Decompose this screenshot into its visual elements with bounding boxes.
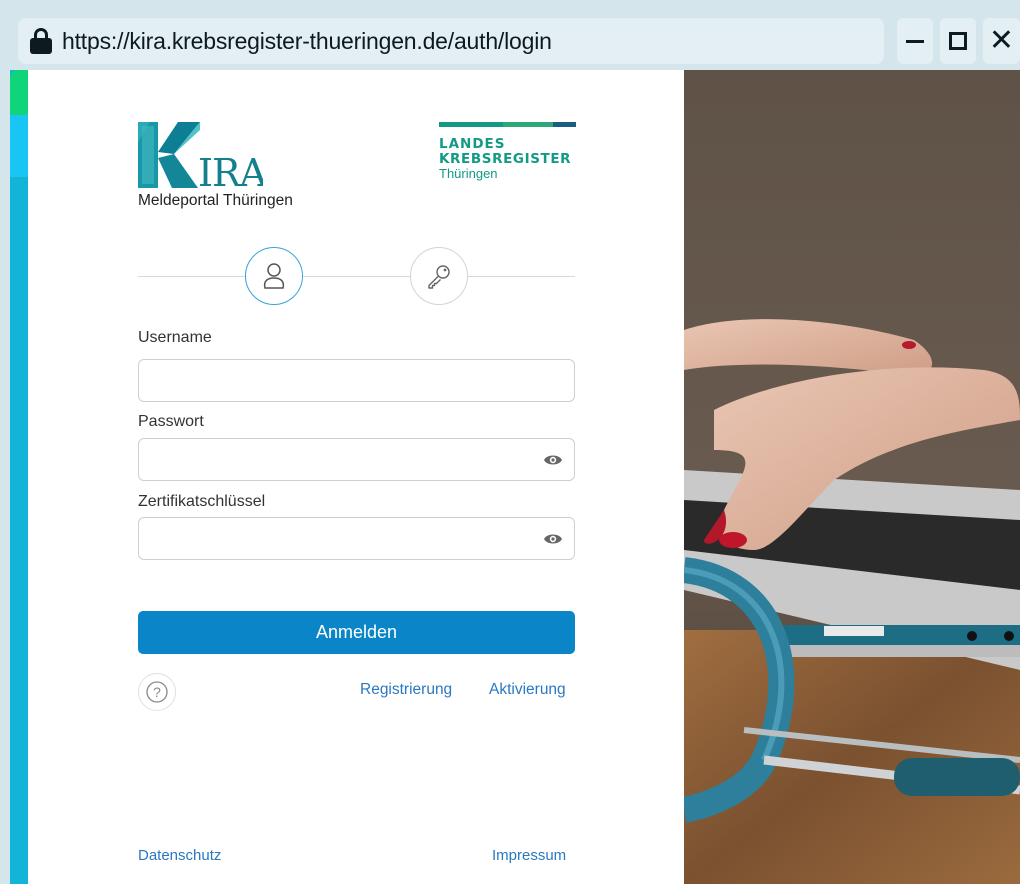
password-field[interactable] [138,438,575,481]
logo-line-krebsregister: KREBSREGISTER [439,151,572,167]
privacy-link[interactable]: Datenschutz [138,847,221,864]
step-divider [138,276,575,277]
minimize-icon [906,39,924,43]
maximize-button[interactable] [940,18,976,64]
hero-photo [684,70,1020,884]
portal-name: Meldeportal Thüringen [138,192,293,209]
hero-photo-illustration [684,70,1020,884]
browser-window: https://kira.krebsregister-thueringen.de… [0,0,1020,884]
landes-krebsregister-logo: LANDES KREBSREGISTER Thüringen [439,122,576,181]
eye-icon[interactable] [543,530,563,548]
close-button[interactable]: ✕ [983,18,1020,64]
user-icon [263,263,285,289]
help-circle-icon: ? [146,681,168,703]
lock-icon [30,28,52,54]
username-input[interactable] [139,360,574,401]
password-label: Passwort [138,413,204,430]
logo-line-thueringen: Thüringen [439,166,498,181]
minimize-button[interactable] [897,18,933,64]
step-key[interactable] [410,247,468,305]
logo-line-landes: LANDES [439,136,506,152]
kira-logo: IRA [138,122,263,188]
svg-text:IRA: IRA [198,151,263,188]
step-user[interactable] [245,247,303,305]
register-link[interactable]: Registrierung [360,681,452,699]
username-label: Username [138,329,212,346]
url-text[interactable]: https://kira.krebsregister-thueringen.de… [62,28,552,55]
certificate-field[interactable] [138,517,575,560]
certificate-label: Zertifikatschlüssel [138,493,266,510]
svg-text:?: ? [153,684,161,700]
password-input[interactable] [139,439,574,480]
username-field[interactable] [138,359,575,402]
login-button[interactable]: Anmelden [138,611,575,654]
maximize-icon [949,32,967,50]
decorative-side-strip [10,70,28,884]
help-button[interactable]: ? [138,673,176,711]
close-icon: ✕ [988,23,1015,58]
certificate-input[interactable] [139,518,574,559]
page-content: IRA Meldeportal Thüringen LANDES KREBSRE… [10,70,1020,884]
key-icon [428,265,450,289]
activation-link[interactable]: Aktivierung [489,681,566,699]
address-bar[interactable]: https://kira.krebsregister-thueringen.de… [18,18,884,64]
imprint-link[interactable]: Impressum [492,847,566,864]
eye-icon[interactable] [543,451,563,469]
